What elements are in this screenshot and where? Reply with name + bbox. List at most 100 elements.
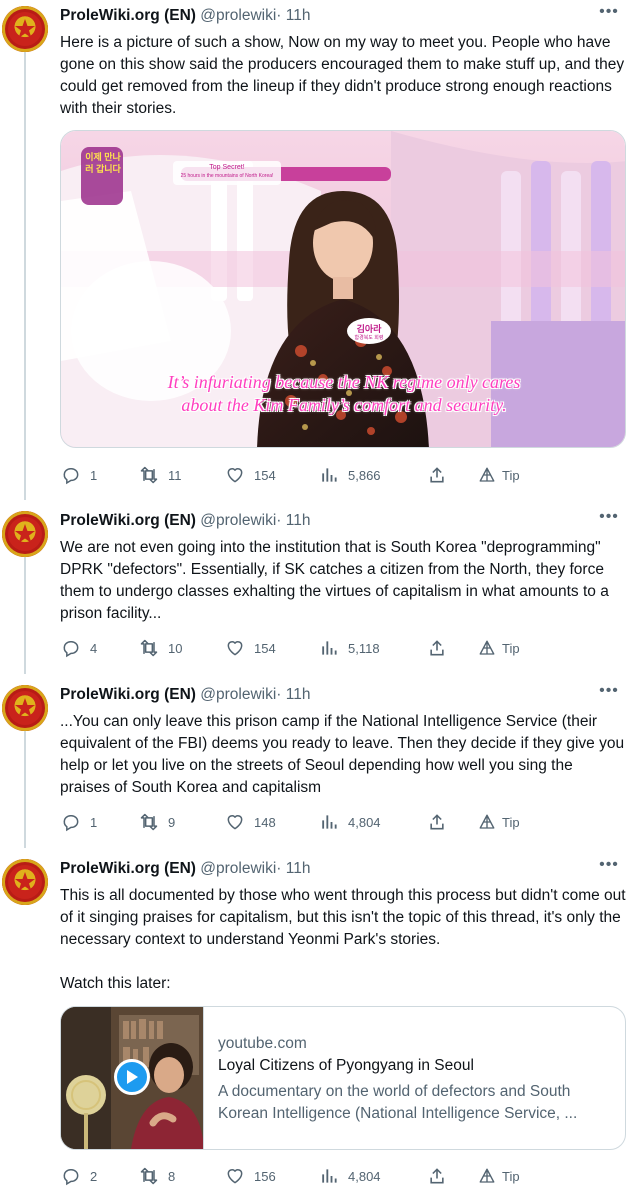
like-button[interactable]: 154: [224, 637, 276, 659]
like-count: 154: [254, 640, 276, 656]
more-horizontal-icon[interactable]: •••: [598, 683, 620, 706]
views-button[interactable]: 4,804: [318, 1165, 381, 1187]
view-count: 4,804: [348, 814, 381, 830]
share-button[interactable]: [426, 464, 448, 486]
retweet-arrows-icon: [138, 1165, 160, 1187]
avatar[interactable]: [2, 685, 48, 731]
timestamp[interactable]: 11h: [286, 860, 311, 877]
tweet-media-image[interactable]: 이제 만나러 갑니다 Top Secret! 25 hours in the m…: [60, 130, 626, 448]
bar-chart-icon: [318, 637, 340, 659]
display-name[interactable]: ProleWiki.org (EN): [60, 860, 196, 877]
tip-prism-icon: [476, 1165, 498, 1187]
heart-outline-icon: [224, 811, 246, 833]
retweet-button[interactable]: 10: [138, 637, 182, 659]
separator-dot: ·: [276, 686, 282, 703]
tweet-header: ProleWiki.org (EN) @prolewiki· 11h: [60, 684, 311, 706]
avatar[interactable]: [2, 511, 48, 557]
like-button[interactable]: 156: [224, 1165, 276, 1187]
tip-label: Tip: [502, 467, 520, 483]
reply-bubble-icon: [60, 1165, 82, 1187]
bar-chart-icon: [318, 464, 340, 486]
display-name[interactable]: ProleWiki.org (EN): [60, 686, 196, 703]
nametag-sub: 함경북도 회령: [354, 335, 384, 341]
tip-button[interactable]: Tip: [476, 811, 520, 833]
retweet-button[interactable]: 11: [138, 464, 182, 486]
tip-label: Tip: [502, 1168, 520, 1184]
views-button[interactable]: 5,866: [318, 464, 381, 486]
video-subtitle: It’s infuriating because the NK regime o…: [61, 371, 625, 417]
user-handle[interactable]: @prolewiki: [200, 7, 276, 24]
views-button[interactable]: 4,804: [318, 811, 381, 833]
like-button[interactable]: 154: [224, 464, 276, 486]
retweet-count: 11: [168, 467, 182, 483]
user-handle[interactable]: @prolewiki: [200, 512, 276, 529]
timestamp[interactable]: 11h: [286, 512, 311, 529]
display-name[interactable]: ProleWiki.org (EN): [60, 512, 196, 529]
share-button[interactable]: [426, 1165, 448, 1187]
tweet-actions: 2 8 156 4,804 Tip: [60, 1165, 530, 1187]
tip-button[interactable]: Tip: [476, 637, 520, 659]
retweet-arrows-icon: [138, 637, 160, 659]
bar-chart-icon: [318, 811, 340, 833]
tip-prism-icon: [476, 811, 498, 833]
banner-line1: Top Secret!: [209, 164, 245, 171]
retweet-arrows-icon: [138, 811, 160, 833]
reply-count: 4: [90, 640, 98, 656]
reply-bubble-icon: [60, 637, 82, 659]
tweet[interactable]: ProleWiki.org (EN) @prolewiki· 11h ••• T…: [0, 853, 634, 1193]
reply-bubble-icon: [60, 811, 82, 833]
tweet[interactable]: ProleWiki.org (EN) @prolewiki· 11h ••• .…: [0, 679, 634, 849]
retweet-button[interactable]: 9: [138, 811, 175, 833]
tweet-header: ProleWiki.org (EN) @prolewiki· 11h: [60, 510, 311, 532]
more-horizontal-icon[interactable]: •••: [598, 857, 620, 880]
card-domain: youtube.com: [218, 1035, 307, 1052]
timestamp[interactable]: 11h: [286, 686, 311, 703]
subtitle-line-2: about the Kim Family’s comfort and secur…: [181, 395, 507, 415]
tip-prism-icon: [476, 637, 498, 659]
tweet-header: ProleWiki.org (EN) @prolewiki· 11h: [60, 5, 311, 27]
tweet-header: ProleWiki.org (EN) @prolewiki· 11h: [60, 858, 311, 880]
tweet-text: ...You can only leave this prison camp i…: [60, 713, 629, 796]
retweet-count: 8: [168, 1168, 176, 1184]
like-count: 154: [254, 467, 276, 483]
avatar[interactable]: [2, 859, 48, 905]
share-button[interactable]: [426, 637, 448, 659]
reply-button[interactable]: 1: [60, 464, 97, 486]
user-handle[interactable]: @prolewiki: [200, 686, 276, 703]
retweet-arrows-icon: [138, 464, 160, 486]
tweet-text: We are not even going into the instituti…: [60, 539, 614, 622]
tip-button[interactable]: Tip: [476, 464, 520, 486]
user-handle[interactable]: @prolewiki: [200, 860, 276, 877]
banner-line2: 25 hours in the mountains of North Korea…: [180, 173, 274, 179]
play-button-icon[interactable]: [114, 1059, 150, 1095]
retweet-button[interactable]: 8: [138, 1165, 175, 1187]
reply-button[interactable]: 4: [60, 637, 97, 659]
reply-count: 1: [90, 814, 98, 830]
card-title: Loyal Citizens of Pyongyang in Seoul: [218, 1057, 474, 1074]
tip-label: Tip: [502, 640, 520, 656]
tweet-actions: 1 9 148 4,804 Tip: [60, 811, 530, 833]
heart-outline-icon: [224, 637, 246, 659]
link-preview-card[interactable]: youtube.com Loyal Citizens of Pyongyang …: [60, 1006, 626, 1150]
tweet[interactable]: ProleWiki.org (EN) @prolewiki· 11h ••• H…: [0, 0, 634, 500]
view-count: 5,866: [348, 467, 381, 483]
avatar[interactable]: [2, 6, 48, 52]
more-horizontal-icon[interactable]: •••: [598, 4, 620, 27]
tweet[interactable]: ProleWiki.org (EN) @prolewiki· 11h ••• W…: [0, 505, 634, 675]
share-upload-icon: [426, 1165, 448, 1187]
heart-outline-icon: [224, 464, 246, 486]
tip-button[interactable]: Tip: [476, 1165, 520, 1187]
tip-label: Tip: [502, 814, 520, 830]
heart-outline-icon: [224, 1165, 246, 1187]
views-button[interactable]: 5,118: [318, 637, 380, 659]
like-button[interactable]: 148: [224, 811, 276, 833]
reply-button[interactable]: 1: [60, 811, 97, 833]
reply-button[interactable]: 2: [60, 1165, 97, 1187]
timestamp[interactable]: 11h: [286, 7, 311, 24]
reply-count: 2: [90, 1168, 98, 1184]
display-name[interactable]: ProleWiki.org (EN): [60, 7, 196, 24]
more-horizontal-icon[interactable]: •••: [598, 509, 620, 532]
subtitle-line-1: It’s infuriating because the NK regime o…: [167, 372, 521, 392]
share-button[interactable]: [426, 811, 448, 833]
separator-dot: ·: [276, 512, 282, 529]
